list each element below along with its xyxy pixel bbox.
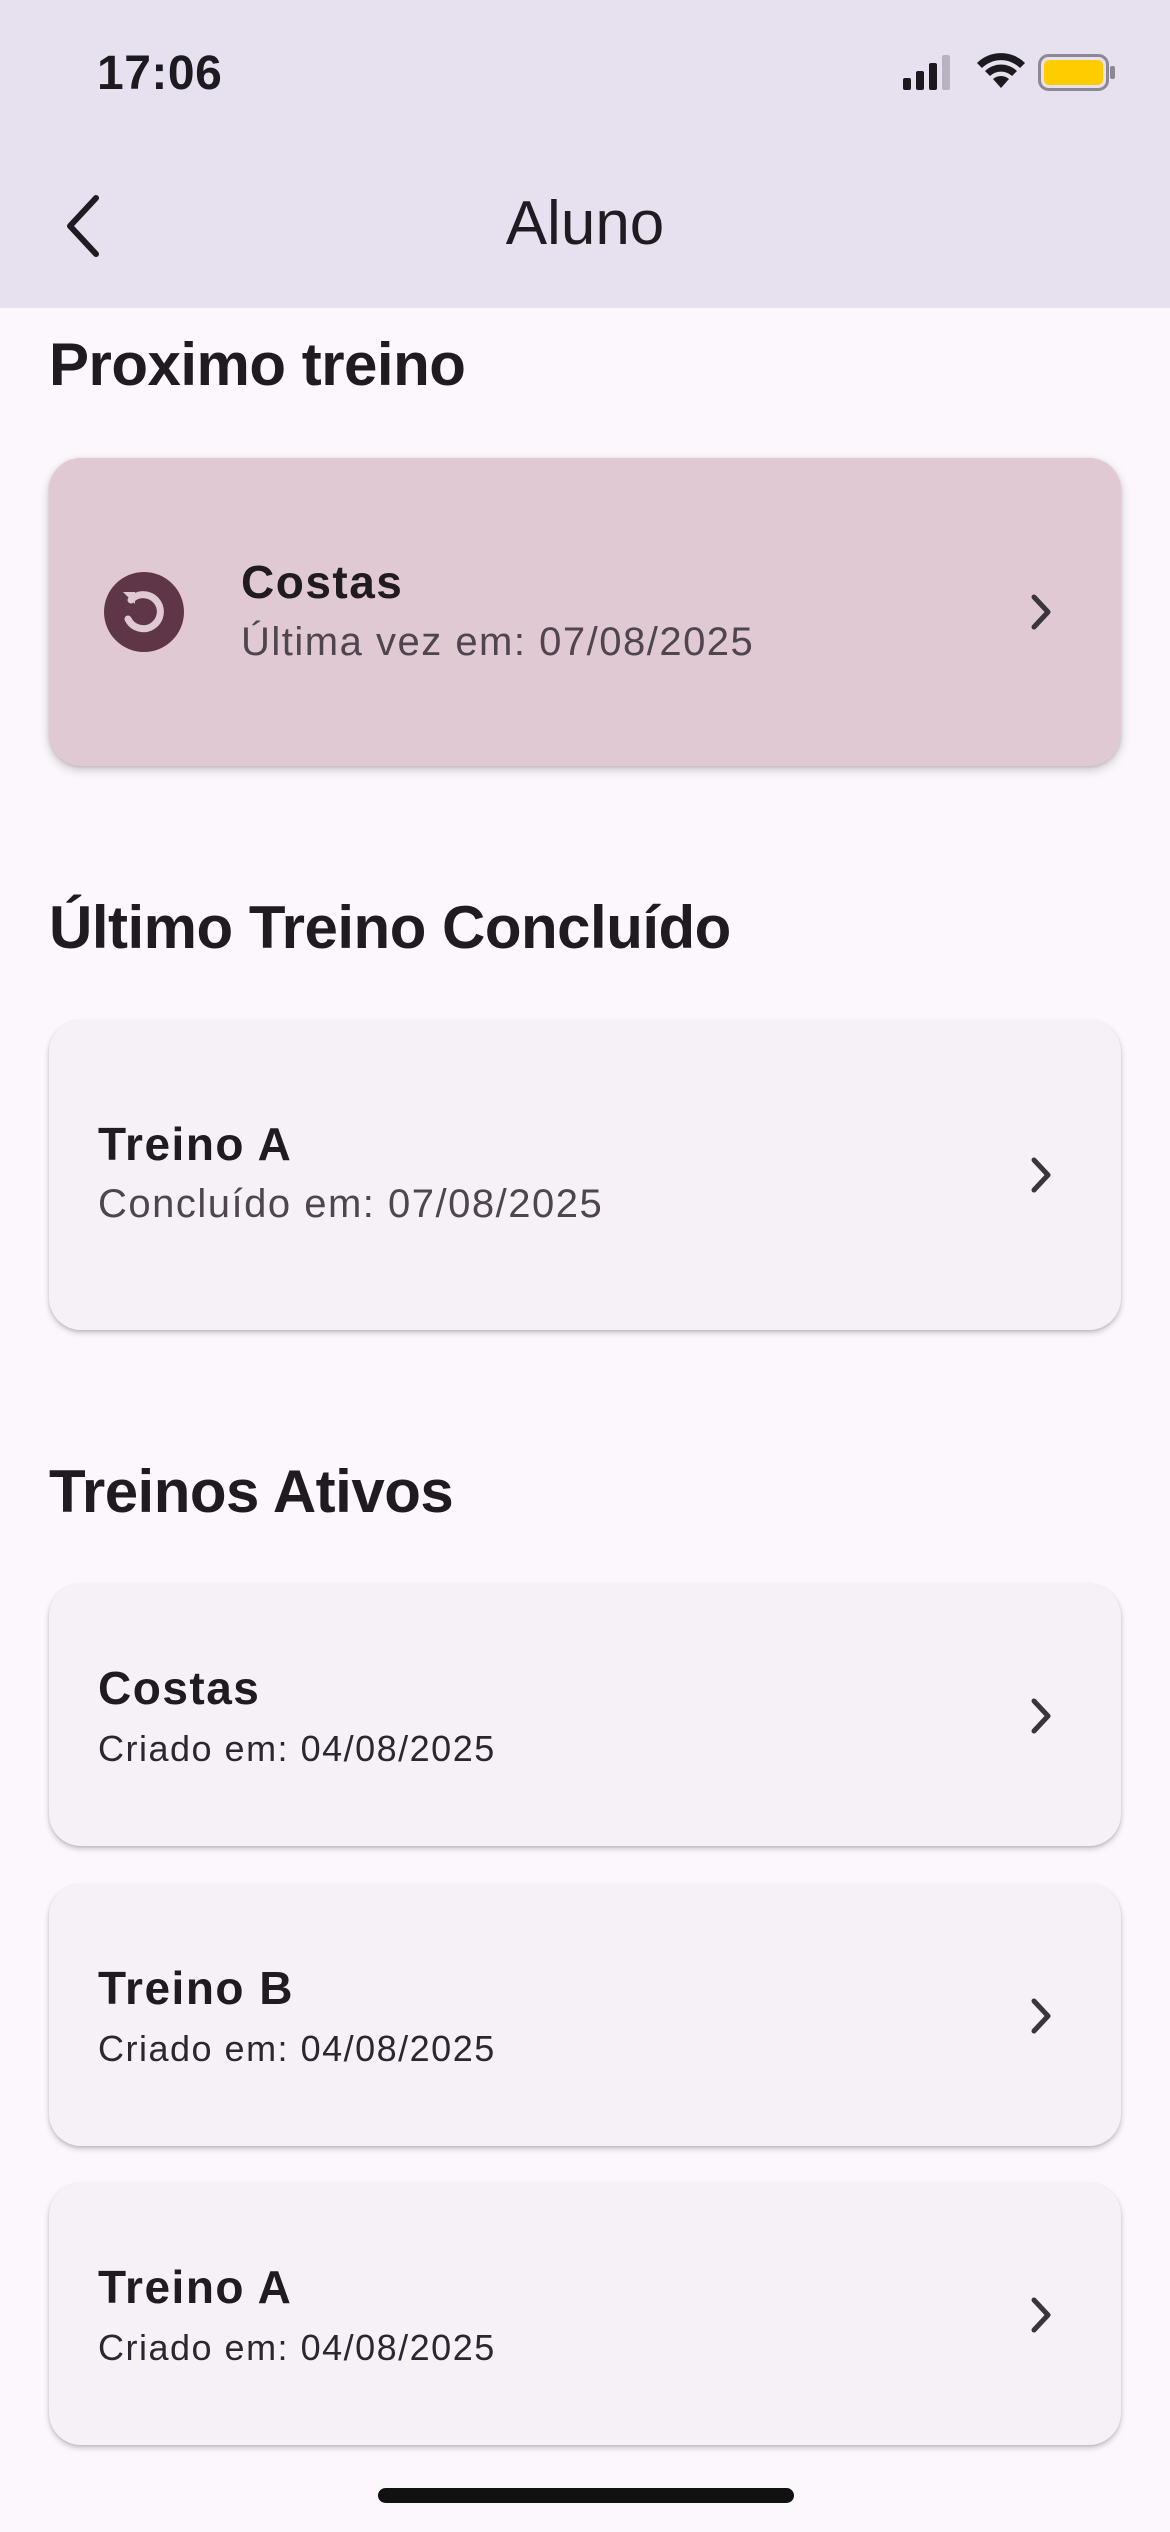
- last-completed-subtitle: Concluído em: 07/08/2025: [98, 1182, 604, 1226]
- last-completed-title: Treino A: [98, 1118, 293, 1170]
- chevron-right-icon: [1031, 1157, 1051, 1193]
- workout-title: Treino B: [98, 1962, 295, 2014]
- next-workout-title: Costas: [241, 556, 404, 608]
- workout-created-date: Criado em: 04/08/2025: [98, 1728, 496, 1769]
- last-completed-heading: Último Treino Concluído: [49, 894, 731, 961]
- status-time: 17:06: [97, 47, 223, 100]
- workout-created-date: Criado em: 04/08/2025: [98, 2028, 496, 2069]
- chevron-right-icon: [1031, 1998, 1051, 2034]
- next-workout-heading: Proximo treino: [49, 331, 466, 398]
- workout-card-costas[interactable]: Costas Criado em: 04/08/2025: [49, 1584, 1121, 1846]
- workout-title: Costas: [98, 1662, 261, 1714]
- app-bar: 17:06 Aluno: [0, 0, 1170, 308]
- home-indicator[interactable]: [378, 2488, 794, 2503]
- workout-created-date: Criado em: 04/08/2025: [98, 2327, 496, 2368]
- restart-icon: [104, 572, 184, 652]
- battery-icon: [1038, 54, 1115, 91]
- workout-card-treino-b[interactable]: Treino B Criado em: 04/08/2025: [49, 1884, 1121, 2146]
- next-workout-subtitle: Última vez em: 07/08/2025: [241, 620, 755, 664]
- workout-card-treino-a[interactable]: Treino A Criado em: 04/08/2025: [49, 2183, 1121, 2445]
- cellular-signal-icon: [903, 55, 950, 90]
- wifi-icon: [977, 53, 1025, 88]
- chevron-right-icon: [1031, 594, 1051, 630]
- status-icons: [903, 52, 1123, 92]
- next-workout-card[interactable]: Costas Última vez em: 07/08/2025: [49, 458, 1121, 766]
- active-workouts-heading: Treinos Ativos: [49, 1458, 454, 1525]
- workout-title: Treino A: [98, 2261, 293, 2313]
- chevron-right-icon: [1031, 1698, 1051, 1734]
- page-title: Aluno: [505, 189, 665, 258]
- last-completed-card[interactable]: Treino A Concluído em: 07/08/2025: [49, 1020, 1121, 1330]
- chevron-right-icon: [1031, 2297, 1051, 2333]
